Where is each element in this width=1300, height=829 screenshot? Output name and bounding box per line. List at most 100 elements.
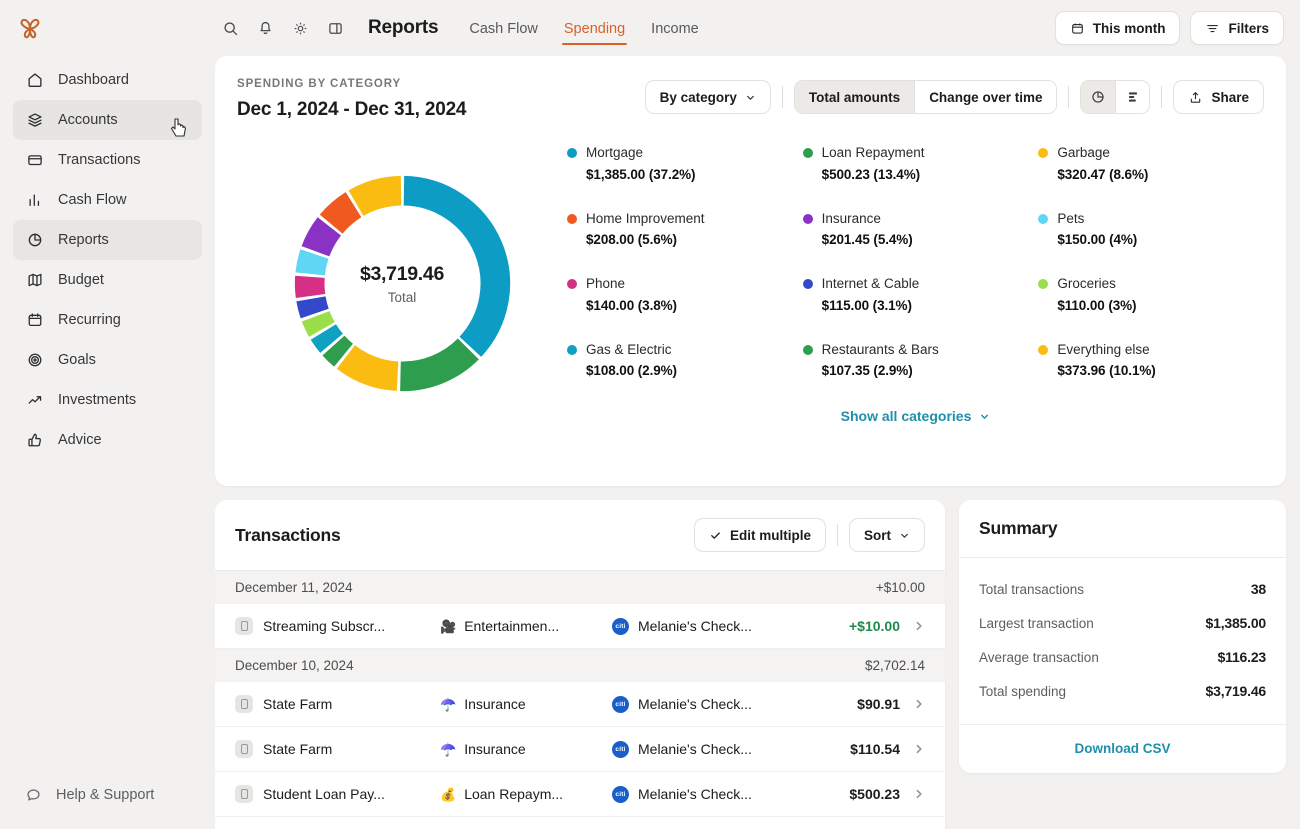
sidebar-item-help-support[interactable]: Help & Support bbox=[13, 775, 202, 815]
merchant-placeholder-icon bbox=[235, 785, 253, 803]
transaction-merchant: State Farm bbox=[235, 695, 440, 713]
chevron-down-icon bbox=[745, 92, 756, 103]
tab-income[interactable]: Income bbox=[638, 4, 712, 53]
category-emoji-icon: ☂️ bbox=[440, 698, 456, 711]
sidebar-item-dashboard[interactable]: Dashboard bbox=[13, 60, 202, 100]
sort-button[interactable]: Sort bbox=[849, 518, 925, 552]
merchant-placeholder-icon bbox=[235, 695, 253, 713]
legend-item[interactable]: Home Improvement$208.00 (5.6%) bbox=[567, 209, 793, 248]
transaction-category[interactable]: ☂️Insurance bbox=[440, 741, 612, 757]
legend-item[interactable]: Gas & Electric$108.00 (2.9%) bbox=[567, 340, 793, 379]
legend-category-label: Everything else bbox=[1057, 342, 1149, 357]
panel-toggle-icon[interactable] bbox=[320, 13, 350, 43]
legend-category-label: Gas & Electric bbox=[586, 342, 672, 357]
sidebar-item-accounts[interactable]: Accounts bbox=[13, 100, 202, 140]
legend-amount-value: $110.00 bbox=[1057, 298, 1104, 313]
chevron-right-icon[interactable] bbox=[913, 698, 925, 710]
sidebar-item-recurring[interactable]: Recurring bbox=[13, 300, 202, 340]
legend-amount: $320.47 (8.6%) bbox=[1057, 167, 1148, 182]
summary-header: Summary bbox=[959, 500, 1286, 558]
legend-item[interactable]: Garbage$320.47 (8.6%) bbox=[1038, 143, 1264, 182]
legend-item[interactable]: Everything else$373.96 (10.1%) bbox=[1038, 340, 1264, 379]
group-date: December 10, 2024 bbox=[235, 658, 354, 673]
page-title: Reports bbox=[368, 17, 438, 39]
legend-amount-percent: (8.6%) bbox=[1109, 167, 1148, 182]
table-row[interactable]: State Farm☂️InsurancecitiMelanie's Check… bbox=[215, 727, 945, 772]
legend-amount-percent: (4%) bbox=[1109, 232, 1137, 247]
legend-amount-value: $108.00 bbox=[586, 363, 634, 378]
sidebar-item-reports[interactable]: Reports bbox=[13, 220, 202, 260]
legend-amount-value: $1,385.00 bbox=[586, 167, 645, 182]
legend-item[interactable]: Loan Repayment$500.23 (13.4%) bbox=[803, 143, 1029, 182]
legend-item[interactable]: Phone$140.00 (3.8%) bbox=[567, 274, 793, 313]
legend-item[interactable]: Insurance$201.45 (5.4%) bbox=[803, 209, 1029, 248]
sidebar-item-transactions[interactable]: Transactions bbox=[13, 140, 202, 180]
chart-type-toggle bbox=[1080, 80, 1150, 114]
legend-category-label: Mortgage bbox=[586, 145, 643, 160]
sidebar-item-cash-flow[interactable]: Cash Flow bbox=[13, 180, 202, 220]
legend-amount: $201.45 (5.4%) bbox=[822, 232, 913, 247]
sidebar-item-investments[interactable]: Investments bbox=[13, 380, 202, 420]
transaction-account: citiMelanie's Check... bbox=[612, 741, 850, 758]
legend-amount-value: $140.00 bbox=[586, 298, 634, 313]
legend-amount-value: $373.96 bbox=[1057, 363, 1105, 378]
search-icon[interactable] bbox=[215, 13, 245, 43]
table-row[interactable]: Student Loan Pay...💰Loan Repaym...citiMe… bbox=[215, 772, 945, 817]
thumbs-up-icon bbox=[25, 431, 44, 450]
legend-item[interactable]: Restaurants & Bars$107.35 (2.9%) bbox=[803, 340, 1029, 379]
sidebar-item-budget[interactable]: Budget bbox=[13, 260, 202, 300]
notifications-bell-icon[interactable] bbox=[250, 13, 280, 43]
summary-value: $116.23 bbox=[1218, 649, 1266, 665]
legend-text: Restaurants & Bars$107.35 (2.9%) bbox=[822, 340, 939, 379]
legend-item[interactable]: Pets$150.00 (4%) bbox=[1038, 209, 1264, 248]
spending-eyebrow: SPENDING BY CATEGORY bbox=[237, 78, 466, 90]
transaction-category[interactable]: 💰Loan Repaym... bbox=[440, 786, 612, 802]
settings-gear-icon[interactable] bbox=[285, 13, 315, 43]
transaction-category[interactable]: ☂️Insurance bbox=[440, 696, 612, 712]
pie-chart-view-icon[interactable] bbox=[1081, 81, 1115, 113]
divider bbox=[837, 524, 838, 546]
butterfly-logo-icon[interactable] bbox=[16, 15, 44, 41]
chevron-right-icon[interactable] bbox=[913, 743, 925, 755]
view-toggle-change-over-time[interactable]: Change over time bbox=[914, 81, 1056, 113]
legend-color-dot bbox=[567, 279, 577, 289]
legend-amount: $1,385.00 (37.2%) bbox=[586, 167, 695, 182]
legend-color-dot bbox=[803, 345, 813, 355]
table-row[interactable]: HOA Monthly Dues🗑️GarbagecitiMelanie's C… bbox=[215, 817, 945, 829]
merchant-name: State Farm bbox=[263, 696, 332, 712]
chevron-right-icon[interactable] bbox=[913, 788, 925, 800]
bar-list-view-icon[interactable] bbox=[1115, 81, 1149, 113]
divider bbox=[782, 86, 783, 108]
legend-text: Pets$150.00 (4%) bbox=[1057, 209, 1137, 248]
download-csv-button[interactable]: Download CSV bbox=[1074, 741, 1170, 756]
sidebar-item-goals[interactable]: Goals bbox=[13, 340, 202, 380]
group-total: +$10.00 bbox=[876, 580, 925, 595]
share-button[interactable]: Share bbox=[1173, 80, 1264, 114]
table-row[interactable]: Streaming Subscr...🎥Entertainmen...citiM… bbox=[215, 604, 945, 649]
sidebar-item-label: Recurring bbox=[58, 312, 121, 328]
sidebar-nav: DashboardAccountsTransactionsCash FlowRe… bbox=[0, 60, 215, 460]
filters-label: Filters bbox=[1228, 21, 1269, 36]
edit-multiple-button[interactable]: Edit multiple bbox=[694, 518, 826, 552]
legend-text: Insurance$201.45 (5.4%) bbox=[822, 209, 913, 248]
chevron-right-icon[interactable] bbox=[913, 620, 925, 632]
show-all-categories-button[interactable]: Show all categories bbox=[841, 408, 991, 424]
transactions-list: December 11, 2024+$10.00Streaming Subscr… bbox=[215, 571, 945, 829]
legend-item[interactable]: Internet & Cable$115.00 (3.1%) bbox=[803, 274, 1029, 313]
tab-spending[interactable]: Spending bbox=[551, 4, 638, 53]
view-toggle-total-amounts[interactable]: Total amounts bbox=[795, 81, 914, 113]
table-row[interactable]: State Farm☂️InsurancecitiMelanie's Check… bbox=[215, 682, 945, 727]
legend-item[interactable]: Groceries$110.00 (3%) bbox=[1038, 274, 1264, 313]
legend-amount-percent: (3.1%) bbox=[873, 298, 912, 313]
legend-item[interactable]: Mortgage $1,385.00 (37.2%) bbox=[567, 143, 793, 182]
sidebar-item-advice[interactable]: Advice bbox=[13, 420, 202, 460]
summary-row: Total spending$3,719.46 bbox=[979, 674, 1266, 708]
tab-cash-flow[interactable]: Cash Flow bbox=[456, 4, 551, 53]
spending-card-body: $3,719.46 Total Mortgage $1,385.00 (37.2%… bbox=[215, 121, 1286, 426]
filters-button[interactable]: Filters bbox=[1190, 11, 1284, 45]
transaction-category[interactable]: 🎥Entertainmen... bbox=[440, 618, 612, 634]
donut-chart[interactable]: $3,719.46 Total bbox=[284, 165, 521, 402]
legend-text: Internet & Cable$115.00 (3.1%) bbox=[822, 274, 920, 313]
this-month-button[interactable]: This month bbox=[1055, 11, 1181, 45]
group-by-dropdown[interactable]: By category bbox=[645, 80, 771, 114]
